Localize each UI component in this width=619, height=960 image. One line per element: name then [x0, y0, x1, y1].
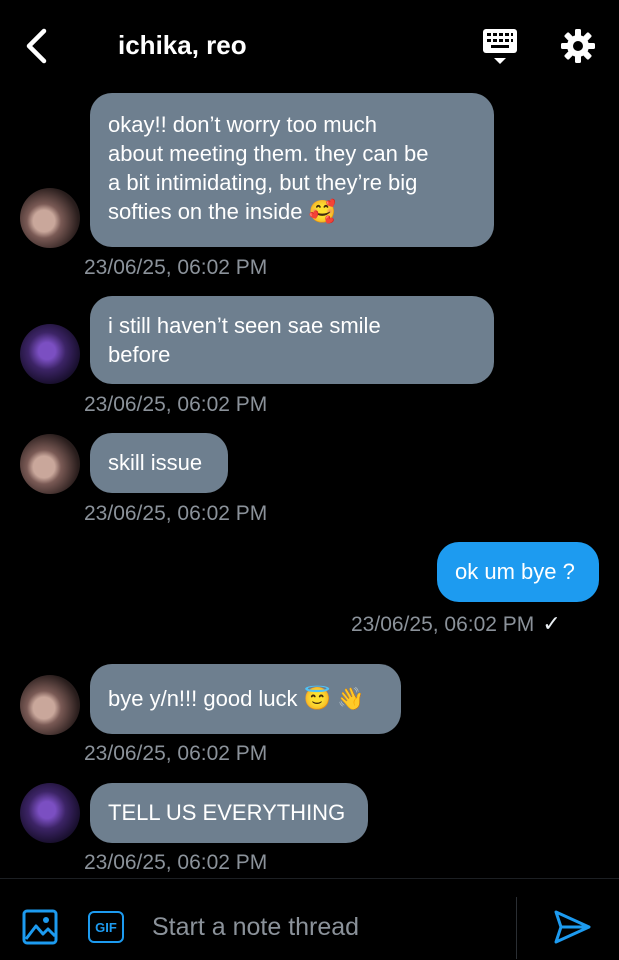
message-bubble[interactable]: TELL US EVERYTHING — [90, 783, 368, 843]
timestamp-text: 23/06/25, 06:02 PM — [351, 613, 535, 636]
message-timestamp: 23/06/25, 06:02 PM — [84, 851, 268, 874]
message-bubble[interactable]: i still haven’t seen sae smile before — [90, 296, 494, 384]
keyboard-button[interactable] — [480, 26, 520, 70]
note-thread-input[interactable] — [152, 907, 502, 947]
avatar-reo[interactable] — [20, 324, 80, 384]
image-icon — [22, 909, 58, 945]
keyboard-icon — [483, 29, 517, 64]
avatar-reo[interactable] — [20, 783, 80, 843]
gear-icon — [561, 29, 595, 63]
avatar-ichika[interactable] — [20, 188, 80, 248]
message-bubble[interactable]: skill issue — [90, 433, 228, 493]
chevron-left-icon — [26, 28, 47, 64]
composer-bar: GIF — [0, 878, 619, 960]
chat-header: ichika, reo — [0, 0, 619, 92]
message-timestamp: 23/06/25, 06:02 PM — [84, 256, 268, 279]
message-bubble[interactable]: okay!! don’t worry too much about meetin… — [90, 93, 494, 247]
message-bubble-outgoing[interactable]: ok um bye ? — [437, 542, 599, 602]
message-timestamp: 23/06/25, 06:02 PM — [84, 393, 268, 416]
gif-button[interactable]: GIF — [88, 911, 124, 943]
send-button[interactable] — [552, 909, 592, 945]
image-button[interactable] — [22, 909, 58, 945]
message-timestamp: 23/06/25, 06:02 PM — [84, 742, 268, 765]
avatar-ichika[interactable] — [20, 434, 80, 494]
message-bubble[interactable]: bye y/n!!! good luck 😇 👋 — [90, 664, 401, 734]
message-timestamp: 23/06/25, 06:02 PM — [84, 502, 268, 525]
avatar-ichika[interactable] — [20, 675, 80, 735]
send-icon — [554, 910, 591, 944]
sent-check-icon: ✓ — [542, 611, 561, 636]
back-button[interactable] — [18, 26, 54, 66]
chat-title: ichika, reo — [118, 30, 247, 60]
message-timestamp: 23/06/25, 06:02 PM ✓ — [351, 611, 561, 637]
divider — [516, 897, 517, 959]
settings-button[interactable] — [558, 26, 598, 66]
